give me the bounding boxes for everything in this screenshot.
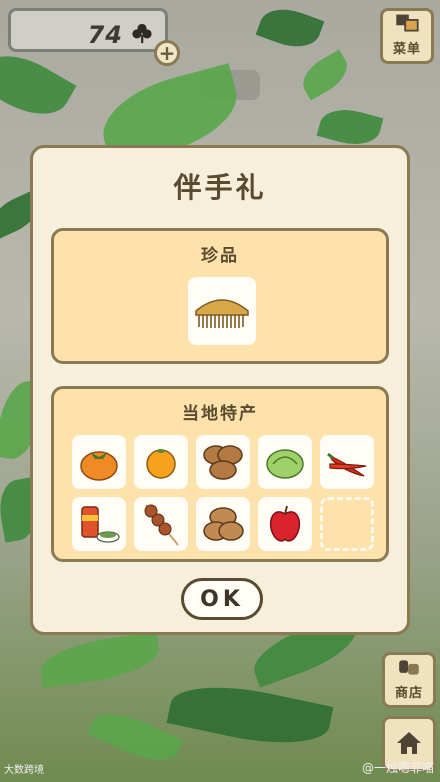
house-icon	[397, 732, 421, 754]
coin-counter: 74	[8, 8, 168, 52]
local-specialties-panel: 当地特产	[51, 386, 389, 562]
shop-button[interactable]: 商店	[382, 652, 436, 708]
chili-pepper-icon	[327, 452, 367, 477]
watermark-right: @一烛嗯菲喵	[361, 761, 434, 775]
persimmon-icon	[80, 451, 118, 481]
bread-rolls-icon	[203, 507, 244, 541]
orange-icon	[146, 449, 176, 479]
clover-icon	[132, 23, 152, 44]
shop-label: 商店	[394, 686, 423, 701]
item-slot[interactable]	[320, 435, 374, 489]
menu-label: 菜单	[392, 42, 421, 57]
item-slot[interactable]	[72, 435, 126, 489]
dialog-title: 伴手礼	[173, 171, 267, 204]
comb-icon	[195, 299, 249, 328]
coin-amount: 74	[87, 21, 123, 49]
local-specialties-title: 当地特产	[182, 404, 258, 424]
item-slot[interactable]	[134, 435, 188, 489]
cabbage-icon	[266, 449, 304, 479]
rare-items-panel: 珍品	[51, 228, 389, 364]
ok-button[interactable]: OK	[181, 578, 263, 620]
item-slot[interactable]	[188, 277, 256, 345]
rare-items-title: 珍品	[201, 246, 239, 266]
item-slot[interactable]	[134, 497, 188, 551]
item-slot[interactable]	[196, 435, 250, 489]
plus-icon: +	[158, 41, 176, 65]
apple-icon	[269, 505, 301, 542]
item-slot[interactable]	[72, 497, 126, 551]
dango-skewer-icon	[144, 504, 179, 546]
souvenir-dialog: 伴手礼 珍品 当地特产 OK	[30, 145, 410, 635]
shop-icon	[399, 660, 419, 675]
menu-icon	[396, 14, 419, 32]
menu-button[interactable]: 菜单	[380, 8, 434, 64]
buns-icon	[203, 445, 243, 480]
watermark-left: 大数跨境	[4, 765, 44, 776]
item-slot[interactable]	[258, 497, 312, 551]
item-slot[interactable]	[258, 435, 312, 489]
can-and-snack-icon	[81, 506, 120, 543]
item-slot[interactable]	[196, 497, 250, 551]
empty-slot[interactable]	[320, 497, 374, 551]
add-coins-button[interactable]: +	[154, 40, 180, 66]
